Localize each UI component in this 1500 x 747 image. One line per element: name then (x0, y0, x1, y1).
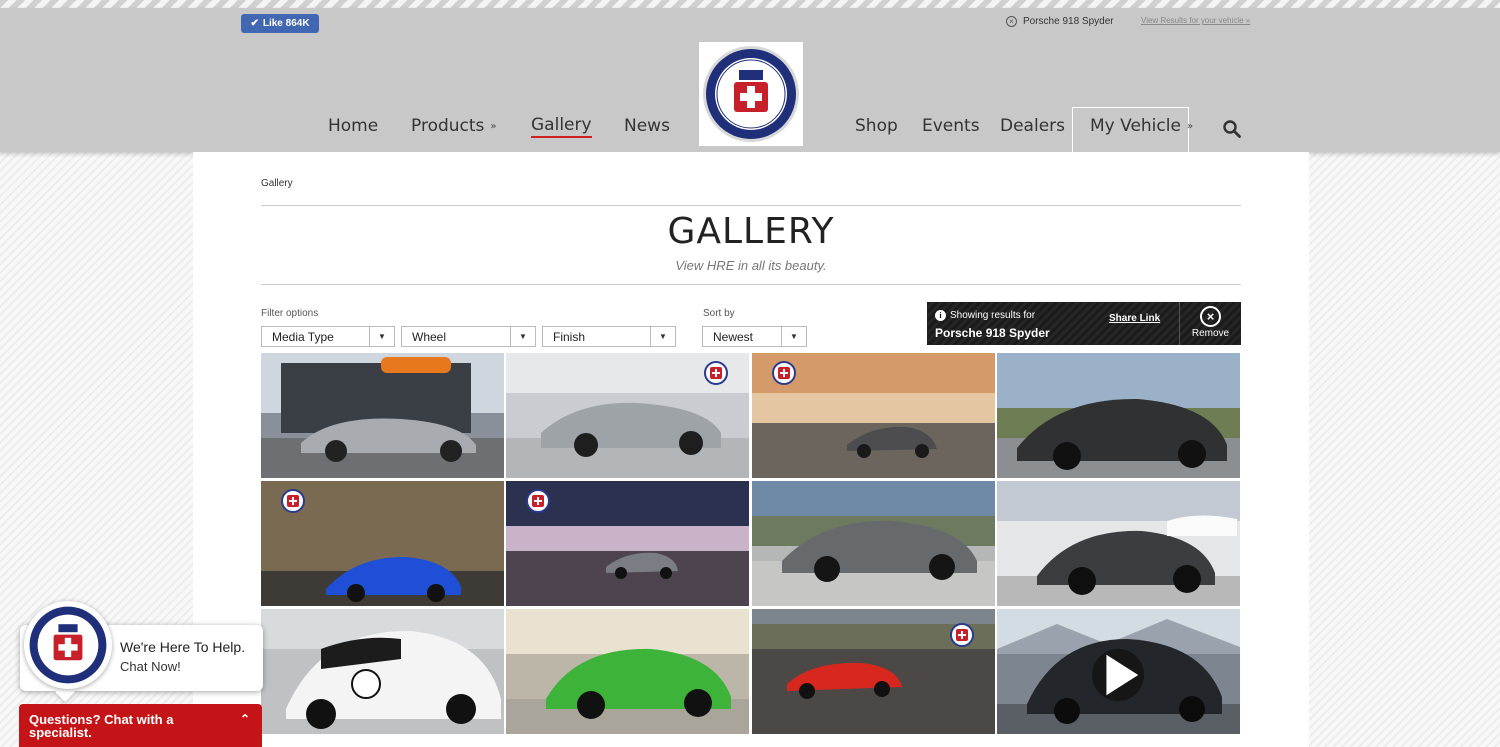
divider (261, 205, 1241, 206)
nav-shop[interactable]: Shop (855, 114, 898, 138)
sort-value: Newest (713, 329, 754, 344)
vehicle-results-box: i Showing results for Porsche 918 Spyder… (927, 302, 1241, 345)
gallery-tile[interactable] (996, 609, 1240, 734)
nav-home-label: Home (328, 116, 379, 136)
gallery-grid (261, 353, 1241, 734)
hre-badge-icon (281, 489, 305, 513)
info-icon: i (935, 310, 946, 321)
caret-down-icon: ▼ (650, 327, 675, 346)
chevron-down-icon: » (490, 120, 497, 132)
breadcrumb[interactable]: Gallery (261, 178, 293, 189)
selected-vehicle-name: Porsche 918 Spyder (1023, 15, 1114, 27)
caret-down-icon: ▼ (781, 327, 806, 346)
nav-home[interactable]: Home (328, 114, 378, 138)
hre-chat-logo[interactable] (24, 601, 112, 689)
sort-select[interactable]: Newest ▼ (702, 326, 807, 347)
gallery-tile[interactable] (261, 609, 504, 734)
gallery-tile[interactable] (506, 609, 750, 734)
gallery-image (996, 481, 1240, 606)
gallery-tile[interactable] (261, 481, 504, 606)
view-results-link[interactable]: View Results for your vehicle » (1141, 16, 1250, 25)
sort-by-label: Sort by (703, 308, 735, 319)
gallery-tile[interactable] (996, 481, 1240, 606)
finish-value: Finish (553, 329, 586, 344)
media-type-select[interactable]: Media Type ▼ (261, 326, 395, 347)
nav-events-label: Events (922, 116, 980, 136)
hre-badge-icon (949, 623, 974, 647)
gallery-image (506, 609, 750, 734)
facebook-like-button[interactable]: ✔ Like 864K (241, 14, 319, 33)
nav-products[interactable]: Products » (411, 114, 497, 138)
hre-logo-icon (29, 606, 107, 684)
hre-logo-icon (703, 46, 799, 142)
site-header: ✔ Like 864K × Porsche 918 Spyder View Re… (0, 8, 1500, 153)
nav-dealers[interactable]: Dealers (1000, 114, 1065, 138)
gallery-tile[interactable] (506, 481, 750, 606)
check-icon: ✔ (250, 18, 259, 29)
nav-news-label: News (624, 116, 670, 136)
remove-button[interactable]: × Remove (1179, 302, 1241, 345)
chevron-down-icon: » (1186, 120, 1194, 132)
selected-vehicle: × Porsche 918 Spyder (1006, 14, 1114, 28)
nav-gallery[interactable]: Gallery (531, 114, 592, 138)
chevron-up-icon[interactable]: ⌃ (240, 713, 250, 726)
chat-bar-label: Questions? Chat with a specialist. (29, 712, 174, 740)
wheel-value: Wheel (412, 329, 447, 344)
gallery-tile[interactable] (261, 353, 504, 478)
finish-select[interactable]: Finish ▼ (542, 326, 676, 347)
wheel-select[interactable]: Wheel ▼ (401, 326, 536, 347)
chat-heading: We're Here To Help. (120, 639, 246, 655)
nav-shop-label: Shop (855, 116, 898, 136)
nav-my-vehicle[interactable]: My Vehicle » (1090, 114, 1193, 138)
share-link[interactable]: Share Link (1109, 313, 1160, 324)
gallery-tile[interactable] (751, 481, 995, 606)
gallery-tile[interactable] (996, 353, 1240, 478)
nav-dealers-label: Dealers (1000, 116, 1065, 136)
like-label: Like 864K (262, 18, 310, 29)
close-icon: × (1200, 306, 1221, 327)
nav-gallery-label: Gallery (531, 115, 592, 135)
results-vehicle-name: Porsche 918 Spyder (935, 326, 1050, 340)
chat-bar[interactable]: Questions? Chat with a specialist. ⌃ (19, 704, 262, 747)
remove-label: Remove (1191, 328, 1230, 339)
nav-events[interactable]: Events (922, 114, 980, 138)
filter-options-label: Filter options (261, 308, 319, 319)
caret-down-icon: ▼ (510, 327, 535, 346)
divider (261, 284, 1241, 285)
gallery-image (261, 353, 504, 478)
gallery-image (261, 609, 504, 734)
clear-vehicle-icon[interactable]: × (1006, 15, 1017, 27)
showing-results: i Showing results for (935, 310, 1035, 321)
top-stripe (0, 0, 1500, 8)
gallery-image (996, 353, 1240, 478)
media-type-value: Media Type (272, 329, 334, 344)
page-subtitle: View HRE in all its beauty. (675, 258, 827, 273)
showing-results-label: Showing results for (950, 310, 1036, 321)
hre-badge-icon (771, 361, 796, 385)
gallery-image (751, 481, 995, 606)
nav-my-vehicle-label: My Vehicle (1090, 116, 1181, 136)
caret-down-icon: ▼ (369, 327, 394, 346)
nav-products-label: Products (411, 116, 485, 136)
gallery-tile[interactable] (506, 353, 750, 478)
chat-now-link[interactable]: Chat Now! (120, 659, 181, 674)
hre-logo[interactable] (699, 42, 803, 146)
page-title: GALLERY (667, 211, 835, 252)
play-icon[interactable] (1091, 649, 1144, 701)
gallery-tile[interactable] (751, 353, 995, 478)
search-icon[interactable] (1222, 119, 1242, 143)
gallery-tile[interactable] (751, 609, 995, 734)
nav-news[interactable]: News (624, 114, 670, 138)
